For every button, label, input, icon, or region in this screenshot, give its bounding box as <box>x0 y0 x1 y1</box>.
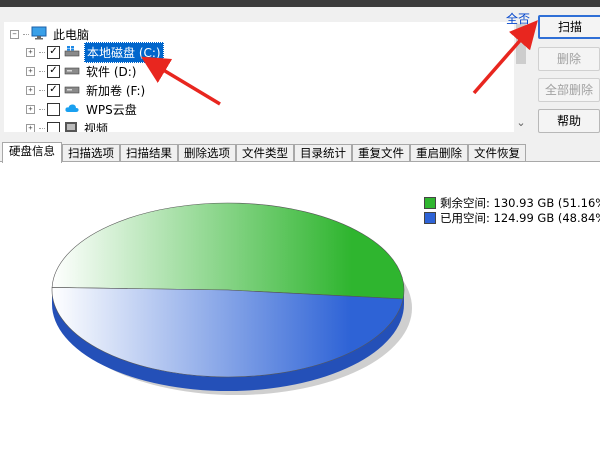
checkbox-d-drive[interactable]: ✓ <box>47 64 60 78</box>
tab-scan-results[interactable]: 扫描结果 <box>120 144 178 162</box>
checkbox-f-drive[interactable]: ✓ <box>47 83 60 97</box>
legend-swatch-used <box>424 211 436 224</box>
expand-icon[interactable]: + <box>26 47 35 57</box>
pie-slice-0 <box>51 202 405 300</box>
chart-legend: 剩余空间: 130.93 GB (51.16%) 已用空间: 124.99 GB… <box>424 195 600 225</box>
tree-item-c-drive[interactable]: + ✓ 本地磁盘 (C:) <box>26 41 164 63</box>
checkbox-video[interactable] <box>47 121 60 132</box>
tree-line <box>23 33 29 35</box>
cloud-icon <box>64 102 80 117</box>
expand-icon[interactable]: + <box>26 85 35 95</box>
hard-drive-icon <box>64 83 80 98</box>
computer-icon <box>31 26 47 43</box>
tree-line <box>39 127 45 129</box>
tree-item-video[interactable]: + 视频 <box>26 119 110 132</box>
legend-label-used: 已用空间: 124.99 GB (48.84%) <box>440 210 600 225</box>
scroll-down-icon[interactable]: ⌄ <box>514 116 528 130</box>
tree-root[interactable]: − 此电脑 <box>10 25 91 43</box>
select-none-link[interactable]: 全否 <box>506 10 530 27</box>
legend-item-used: 已用空间: 124.99 GB (48.84%) <box>424 210 600 225</box>
tree-line <box>39 89 45 91</box>
checkbox-c-drive[interactable]: ✓ <box>47 45 60 59</box>
tree-line <box>39 51 45 53</box>
video-folder-icon <box>64 121 78 133</box>
windows-drive-icon <box>64 45 80 60</box>
tree-scrollbar[interactable]: ⌄ <box>514 22 528 132</box>
checkbox-wps-cloud[interactable] <box>47 102 60 116</box>
scan-button[interactable]: 扫描 <box>538 15 600 39</box>
tab-delete-on-reboot[interactable]: 重启删除 <box>410 144 468 162</box>
tree-item-label[interactable]: 本地磁盘 (C:) <box>84 41 164 63</box>
tab-delete-options[interactable]: 删除选项 <box>178 144 236 162</box>
tree-item-label[interactable]: 视频 <box>82 119 110 133</box>
help-button[interactable]: 帮助 <box>538 109 600 133</box>
tab-disk-info[interactable]: 硬盘信息 <box>2 142 62 163</box>
delete-all-button[interactable]: 全部删除 <box>538 78 600 102</box>
tree-item-d-drive[interactable]: + ✓ 软件 (D:) <box>26 62 138 80</box>
legend-item-free: 剩余空间: 130.93 GB (51.16%) <box>424 195 600 210</box>
tab-file-recovery[interactable]: 文件恢复 <box>468 144 526 162</box>
expand-icon[interactable]: + <box>26 66 35 76</box>
tree-item-label[interactable]: WPS云盘 <box>84 100 139 119</box>
drive-tree[interactable]: − 此电脑 + ✓ 本地磁盘 (C:) + ✓ 软件 (D:) + ✓ 新加卷 … <box>4 22 514 132</box>
collapse-icon[interactable]: − <box>10 29 19 39</box>
legend-swatch-free <box>424 196 436 209</box>
tab-bar: 硬盘信息 扫描选项 扫描结果 删除选项 文件类型 目录统计 重复文件 重启删除 … <box>0 142 600 163</box>
tab-file-types[interactable]: 文件类型 <box>236 144 294 162</box>
window-top-edge <box>0 0 600 7</box>
tree-item-label[interactable]: 软件 (D:) <box>84 62 138 81</box>
legend-label-free: 剩余空间: 130.93 GB (51.16%) <box>440 195 600 210</box>
expand-icon[interactable]: + <box>26 123 35 132</box>
scrollbar-thumb[interactable] <box>516 24 526 64</box>
tab-duplicate-files[interactable]: 重复文件 <box>352 144 410 162</box>
tab-scan-options[interactable]: 扫描选项 <box>62 144 120 162</box>
tree-item-wps-cloud[interactable]: + WPS云盘 <box>26 100 139 118</box>
delete-button[interactable]: 删除 <box>538 47 600 71</box>
hard-drive-icon <box>64 64 80 79</box>
tree-line <box>39 70 45 72</box>
tree-item-f-drive[interactable]: + ✓ 新加卷 (F:) <box>26 81 147 99</box>
expand-icon[interactable]: + <box>26 104 35 114</box>
tree-line <box>39 108 45 110</box>
tree-item-label[interactable]: 新加卷 (F:) <box>84 81 147 100</box>
tab-directory-stats[interactable]: 目录统计 <box>294 144 352 162</box>
